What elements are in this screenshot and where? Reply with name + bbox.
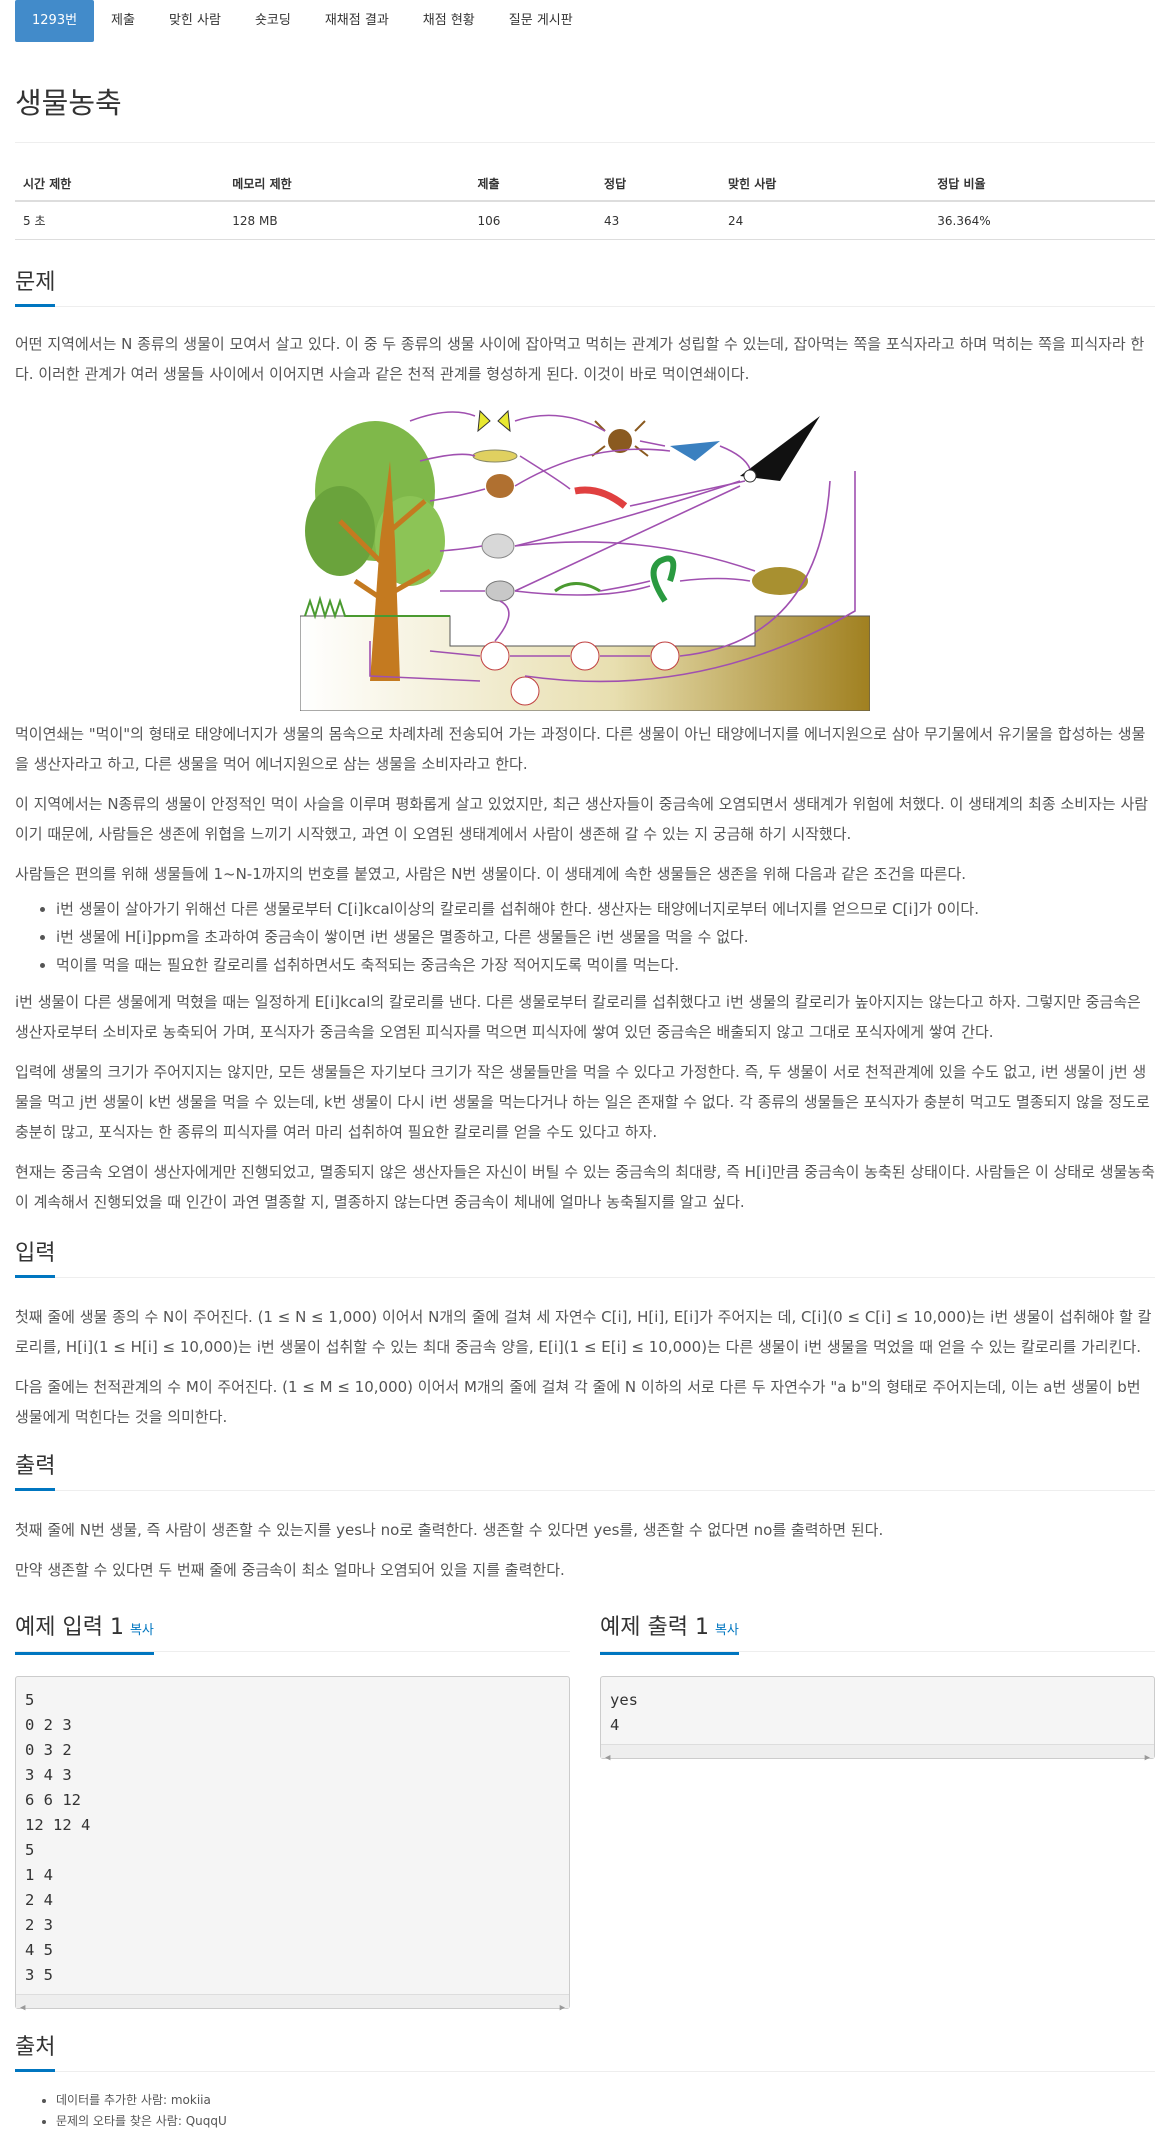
output-section-header: 출력 <box>15 1454 1155 1491</box>
tab-solved-users[interactable]: 맞힌 사람 <box>152 0 238 42</box>
copy-sample-output-button[interactable]: 복사 <box>715 1623 739 1638</box>
info-header-accept-ratio: 정답 비율 <box>929 167 1155 202</box>
sample-input-content: 5 0 2 3 0 3 2 3 4 3 6 6 12 12 12 4 5 1 4… <box>15 1676 570 2013</box>
problem-paragraph: 먹이연쇄는 "먹이"의 형태로 태양에너지가 생물의 몸속으로 차례차례 전송되… <box>15 725 1146 773</box>
info-memory-limit: 128 MB <box>224 201 470 240</box>
output-paragraph: 만약 생존할 수 있다면 두 번째 줄에 중금속이 최소 얼마나 오염되어 있을… <box>15 1561 565 1579</box>
input-paragraph: 다음 줄에는 천적관계의 수 M이 주어진다. (1 ≤ M ≤ 10,000)… <box>15 1378 1141 1426</box>
sample-output-scrollbar[interactable]: ◀ ▶ <box>601 1744 1154 1763</box>
copy-sample-input-button[interactable]: 복사 <box>130 1623 154 1638</box>
scroll-left-icon[interactable]: ◀ <box>605 1746 610 1771</box>
info-table-row: 5 초 128 MB 106 43 24 36.364% <box>15 201 1155 240</box>
source-list: 데이터를 추가한 사람: mokiia 문제의 오타를 찾은 사람: QuqqU <box>15 2090 1155 2132</box>
sample-output-text: yes 4 <box>610 1691 638 1734</box>
input-paragraph: 첫째 줄에 생물 종의 수 N이 주어진다. (1 ≤ N ≤ 1,000) 이… <box>15 1308 1152 1356</box>
sample-input-block: 예제 입력 1 복사 5 0 2 3 0 3 2 3 4 3 6 6 12 12 … <box>15 1615 570 2013</box>
source-section-title: 출처 <box>15 2035 56 2072</box>
sample-input-header: 예제 입력 1 복사 <box>15 1615 570 1655</box>
tab-short-coding[interactable]: 숏코딩 <box>238 0 308 42</box>
info-solved-users: 24 <box>719 201 930 240</box>
sample-output-heading: 예제 출력 1 복사 <box>600 1615 739 1655</box>
list-item: i번 생물이 살아가기 위해선 다른 생물로부터 C[i]kcal이상의 칼로리… <box>56 895 1155 923</box>
problem-section-title: 문제 <box>15 270 56 307</box>
info-header-accepted: 정답 <box>596 167 720 202</box>
info-header-solved-users: 맞힌 사람 <box>719 167 930 202</box>
scroll-left-icon[interactable]: ◀ <box>20 1996 25 2021</box>
list-item: 데이터를 추가한 사람: mokiia <box>56 2090 1155 2111</box>
sample-input-scrollbar[interactable]: ◀ ▶ <box>16 1994 569 2013</box>
problem-paragraph: 어떤 지역에서는 N 종류의 생물이 모여서 살고 있다. 이 중 두 종류의 … <box>15 335 1145 383</box>
list-item: 문제의 오타를 찾은 사람: QuqqU <box>56 2111 1155 2132</box>
info-accept-ratio: 36.364% <box>929 201 1155 240</box>
problem-paragraph: 이 지역에서는 N종류의 생물이 안정적인 먹이 사슬을 이루며 평화롭게 살고… <box>15 795 1149 843</box>
tab-problem-number[interactable]: 1293번 <box>15 0 95 42</box>
input-section-header: 입력 <box>15 1241 1155 1278</box>
problem-nav-tabs: 1293번 제출 맞힌 사람 숏코딩 재채점 결과 채점 현황 질문 게시판 <box>15 0 1155 42</box>
info-table-header-row: 시간 제한 메모리 제한 제출 정답 맞힌 사람 정답 비율 <box>15 167 1155 202</box>
source-section-header: 출처 <box>15 2035 1155 2072</box>
problem-paragraph: i번 생물이 다른 생물에게 먹혔을 때는 일정하게 E[i]kcal의 칼로리… <box>15 993 1141 1041</box>
sample-input-text: 5 0 2 3 0 3 2 3 4 3 6 6 12 12 12 4 5 1 4… <box>25 1691 91 1984</box>
info-header-memory-limit: 메모리 제한 <box>224 167 470 202</box>
info-accepted: 43 <box>596 201 720 240</box>
page-title: 생물농축 <box>15 80 1155 143</box>
sample-output-header: 예제 출력 1 복사 <box>600 1615 1155 1655</box>
output-paragraph: 첫째 줄에 N번 생물, 즉 사람이 생존할 수 있는지를 yes나 no로 출… <box>15 1521 884 1539</box>
info-header-submissions: 제출 <box>469 167 597 202</box>
problem-info-table: 시간 제한 메모리 제한 제출 정답 맞힌 사람 정답 비율 5 초 128 M… <box>15 167 1155 240</box>
list-item: i번 생물에 H[i]ppm을 초과하여 중금속이 쌓이면 i번 생물은 멸종하… <box>56 923 1155 951</box>
scroll-right-icon[interactable]: ▶ <box>560 1996 565 2021</box>
info-submissions: 106 <box>469 201 597 240</box>
info-time-limit: 5 초 <box>15 201 225 240</box>
sample-input-title: 예제 입력 1 <box>15 1615 124 1640</box>
condition-list: i번 생물이 살아가기 위해선 다른 생물로부터 C[i]kcal이상의 칼로리… <box>15 895 1155 979</box>
problem-paragraph: 사람들은 편의를 위해 생물들에 1~N-1까지의 번호를 붙였고, 사람은 N… <box>15 865 967 883</box>
tab-submit[interactable]: 제출 <box>94 0 152 42</box>
sample-output-block: 예제 출력 1 복사 yes 4 ◀ ▶ <box>600 1615 1155 2009</box>
problem-paragraph: 입력에 생물의 크기가 주어지지는 않지만, 모든 생물들은 자기보다 크기가 … <box>15 1063 1150 1141</box>
sample-input-heading: 예제 입력 1 복사 <box>15 1615 154 1655</box>
output-section-title: 출력 <box>15 1454 56 1491</box>
input-section-title: 입력 <box>15 1241 56 1278</box>
list-item: 먹이를 먹을 때는 필요한 칼로리를 섭취하면서도 축적되는 중금속은 가장 적… <box>56 951 1155 979</box>
problem-paragraph: 현재는 중금속 오염이 생산자에게만 진행되었고, 멸종되지 않은 생산자들은 … <box>15 1163 1155 1211</box>
food-web-illustration <box>300 409 870 711</box>
tab-rejudge-results[interactable]: 재채점 결과 <box>308 0 406 42</box>
problem-section-header: 문제 <box>15 270 1155 307</box>
samples-row: 예제 입력 1 복사 5 0 2 3 0 3 2 3 4 3 6 6 12 12 … <box>15 1615 1155 2013</box>
tab-judge-status[interactable]: 채점 현황 <box>406 0 492 42</box>
tab-question-board[interactable]: 질문 게시판 <box>492 0 590 42</box>
sample-output-content: yes 4 ◀ ▶ <box>600 1676 1155 1763</box>
sample-output-title: 예제 출력 1 <box>600 1615 709 1640</box>
info-header-time-limit: 시간 제한 <box>15 167 225 202</box>
scroll-right-icon[interactable]: ▶ <box>1145 1746 1150 1771</box>
